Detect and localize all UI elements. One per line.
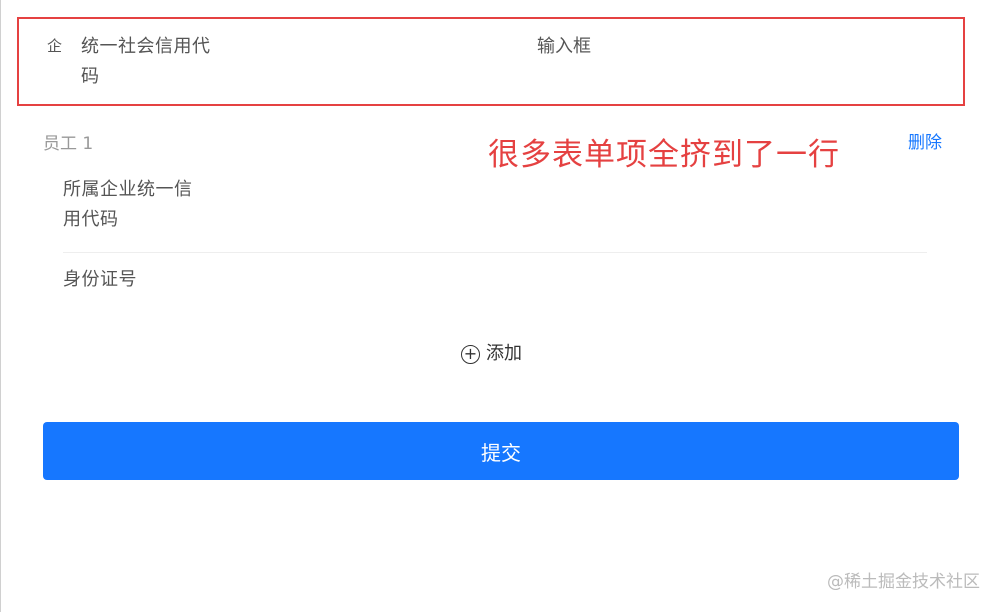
field-divider: [63, 252, 927, 253]
employee-id-number-label: 身份证号: [63, 269, 137, 290]
page: 企 统一社会信用代码 输入框 员工 1 很多表单项全挤到了一行 删除 所属企业统…: [0, 0, 998, 612]
annotation-text: 很多表单项全挤到了一行: [488, 137, 840, 173]
add-employee-button[interactable]: + 添加: [461, 340, 522, 368]
add-button-label: 添加: [486, 343, 522, 364]
submit-button[interactable]: 提交: [43, 422, 959, 480]
enterprise-icon: 企: [47, 37, 63, 55]
delete-employee-link[interactable]: 删除: [908, 131, 942, 155]
employee-company-credit-code-label: 所属企业统一信用代码: [63, 179, 193, 230]
employee-title: 员工 1: [43, 134, 94, 154]
plus-circle-icon: +: [461, 344, 480, 364]
credit-code-input[interactable]: 输入框: [537, 32, 737, 62]
watermark: @稀土掘金技术社区: [827, 572, 980, 592]
credit-code-label: 统一社会信用代码: [81, 36, 211, 87]
